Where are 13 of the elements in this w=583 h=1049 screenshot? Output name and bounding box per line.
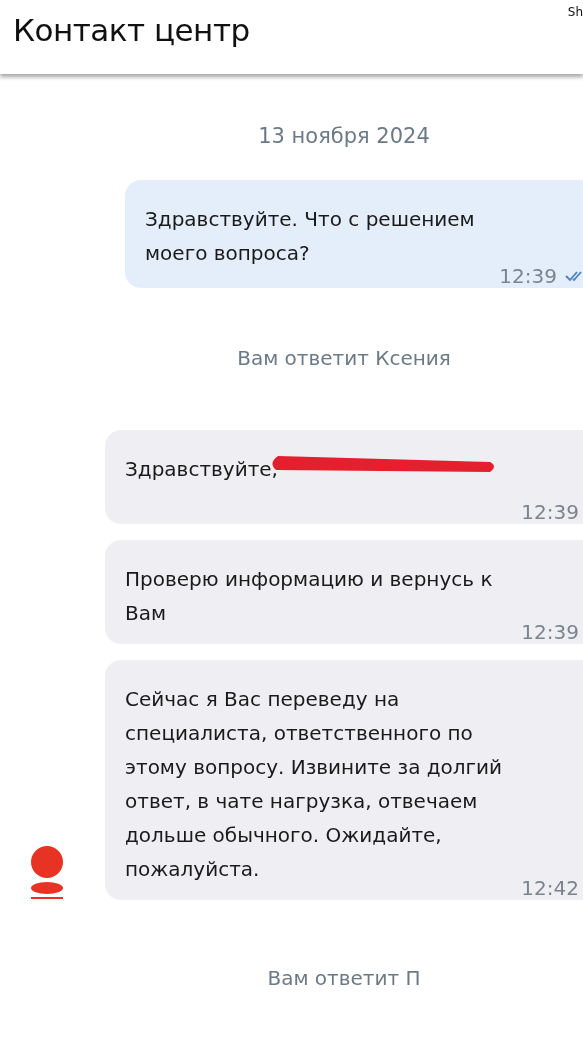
agent-notice: Вам ответит Ксения — [237, 346, 451, 370]
message-text: Сейчас я Вас переведу на специалиста, ответственного по этому вопросу. Извините за долгий ответ, в чате нагрузка, отвечаем дольше обычного. Ожидайте, пожалуйста. — [125, 686, 504, 883]
agent-notice: Вам ответит П — [267, 966, 421, 990]
corner-label: Sh — [567, 5, 583, 19]
message-time: 12:42 — [521, 876, 579, 900]
message-time: 12:39 — [499, 264, 557, 288]
message-text: Здравствуйте. Что с решением моего вопроса? — [145, 206, 476, 267]
message-time: 12:39 — [521, 500, 579, 524]
message-text: Здравствуйте, — [125, 456, 279, 483]
message-text: Проверю информацию и вернусь к Вам — [125, 566, 494, 627]
date-separator: 13 ноября 2024 — [258, 124, 430, 148]
message-time: 12:39 — [521, 620, 579, 644]
page-title: Контакт центр — [13, 12, 250, 48]
